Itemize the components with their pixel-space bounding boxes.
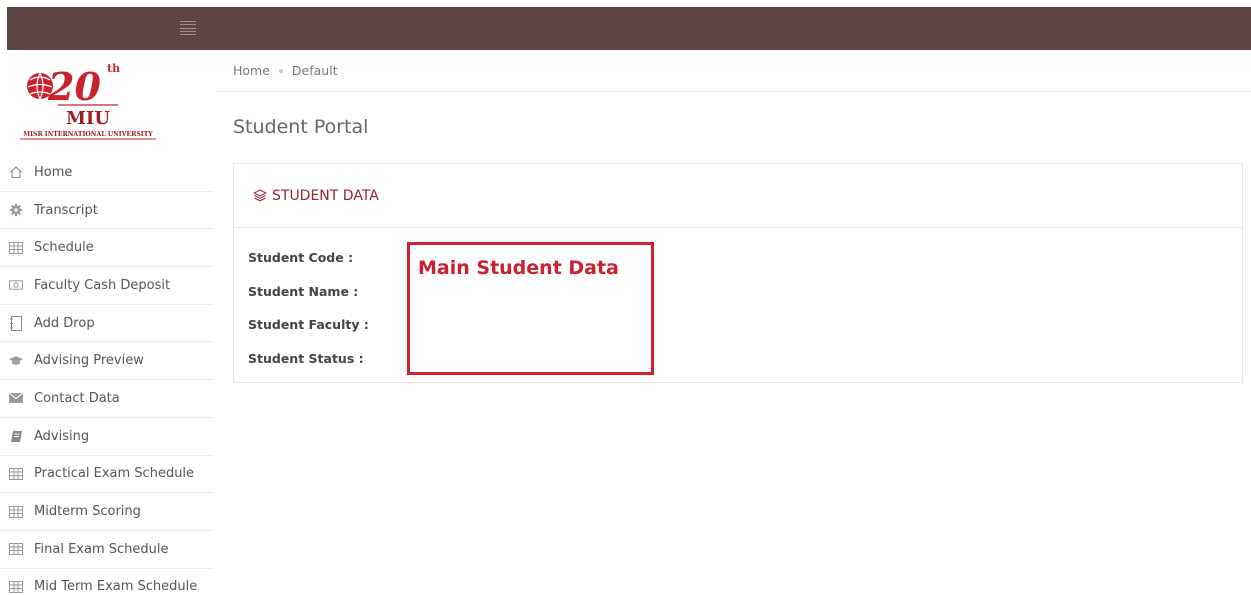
sidebar-item-midterm-scoring[interactable]: Midterm Scoring: [0, 493, 213, 531]
sidebar-item-label: Midterm Scoring: [34, 504, 141, 520]
university-logo[interactable]: 20 th MIU MISR INTERNATIONAL UNIVERSITY: [0, 50, 213, 154]
sidebar-item-home[interactable]: Home: [0, 154, 213, 192]
sidebar-item-mid-term-exam-schedule[interactable]: Mid Term Exam Schedule: [0, 569, 213, 595]
annotation-box: Main Student Data: [407, 242, 654, 375]
money-icon: [9, 278, 23, 292]
sidebar-item-contact-data[interactable]: Contact Data: [0, 380, 213, 418]
table-icon: [9, 467, 23, 481]
student-data-panel: STUDENT DATA Student Code : Student Name…: [233, 163, 1243, 383]
breadcrumb-separator: [278, 68, 283, 73]
menu-toggle-icon[interactable]: [180, 21, 196, 35]
student-name-label: Student Name :: [248, 283, 359, 299]
sidebar-item-label: Practical Exam Schedule: [34, 466, 195, 482]
sidebar-item-label: Transcript: [34, 202, 98, 218]
student-faculty-label: Student Faculty :: [248, 317, 369, 332]
graduation-cap-icon: [9, 354, 23, 368]
sidebar-item-transcript[interactable]: Transcript: [0, 192, 213, 230]
top-bar: [7, 7, 1251, 50]
sidebar-item-label: Home: [34, 164, 73, 180]
page-title: Student Portal: [233, 116, 369, 138]
sidebar-item-practical-exam-schedule[interactable]: Practical Exam Schedule: [0, 456, 213, 494]
sidebar-item-advising[interactable]: Advising: [0, 418, 213, 456]
sidebar: 20 th MIU MISR INTERNATIONAL UNIVERSITY …: [0, 50, 213, 595]
notebook-icon: [9, 429, 23, 443]
panel-header: STUDENT DATA: [234, 164, 1242, 228]
table-icon: [9, 505, 23, 519]
logo-acronym: MIU: [66, 108, 110, 129]
book-icon: [9, 315, 23, 331]
sidebar-item-label: Contact Data: [34, 390, 120, 406]
sidebar-item-label: Faculty Cash Deposit: [34, 277, 171, 293]
table-icon: [9, 542, 23, 556]
envelope-icon: [9, 391, 23, 405]
breadcrumb-home-link[interactable]: Home: [233, 63, 270, 78]
annotation-text: Main Student Data: [418, 257, 619, 279]
sidebar-item-label: Advising: [34, 428, 90, 444]
sidebar-nav: Home Transcript Schedule Faculty Cash De…: [0, 154, 213, 595]
sidebar-item-label: Mid Term Exam Schedule: [34, 579, 198, 595]
sidebar-item-label: Add Drop: [34, 315, 95, 331]
student-status-label: Student Status :: [248, 350, 364, 366]
table-icon: [9, 241, 23, 255]
sidebar-item-label: Final Exam Schedule: [34, 541, 169, 557]
home-icon: [9, 165, 23, 179]
student-code-label: Student Code :: [248, 250, 354, 265]
sidebar-item-faculty-cash-deposit[interactable]: Faculty Cash Deposit: [0, 267, 213, 305]
logo-university-name: MISR INTERNATIONAL UNIVERSITY: [23, 131, 153, 138]
breadcrumb-current: Default: [291, 63, 338, 78]
student-fields: Student Code : Student Name : Student Fa…: [248, 250, 369, 384]
panel-title: STUDENT DATA: [272, 187, 379, 204]
sidebar-item-schedule[interactable]: Schedule: [0, 229, 213, 268]
sidebar-item-final-exam-schedule[interactable]: Final Exam Schedule: [0, 531, 213, 569]
sidebar-item-label: Schedule: [34, 240, 94, 256]
logo-anniversary-suffix: th: [107, 62, 120, 75]
sidebar-item-label: Advising Preview: [34, 353, 144, 369]
logo-anniversary-number: 20: [47, 64, 101, 109]
sidebar-item-add-drop[interactable]: Add Drop: [0, 305, 213, 343]
breadcrumb: Home Default: [216, 50, 1251, 92]
layers-icon: [253, 189, 267, 202]
gear-icon: [9, 203, 23, 217]
table-icon: [9, 580, 23, 594]
sidebar-item-advising-preview[interactable]: Advising Preview: [0, 342, 213, 381]
